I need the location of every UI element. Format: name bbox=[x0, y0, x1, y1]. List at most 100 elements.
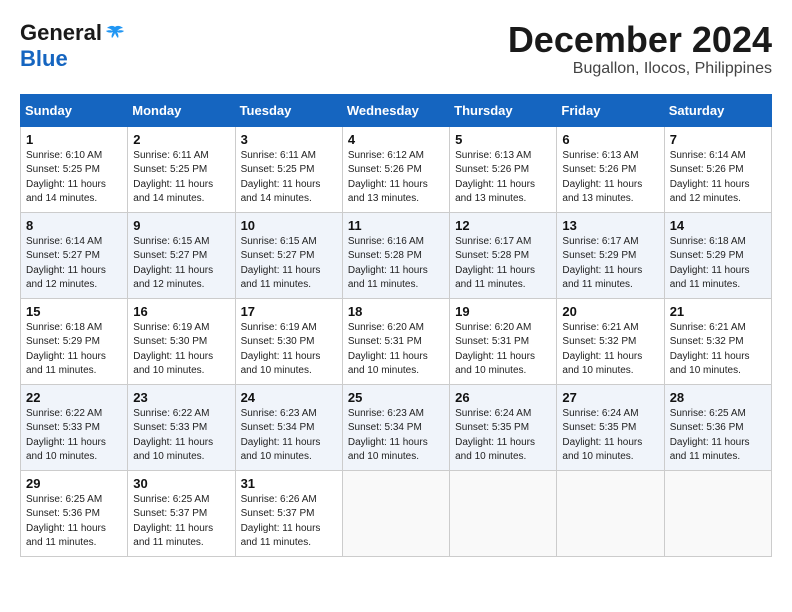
calendar-day-cell: 31 Sunrise: 6:26 AMSunset: 5:37 PMDayligh… bbox=[235, 470, 342, 556]
calendar-week-row: 22Sunrise: 6:22 AMSunset: 5:33 PMDayligh… bbox=[21, 384, 772, 470]
calendar-day-cell: 29 Sunrise: 6:25 AMSunset: 5:36 PMDayligh… bbox=[21, 470, 128, 556]
day-number: 21 bbox=[670, 304, 766, 319]
calendar-day-cell: 28 Sunrise: 6:25 AMSunset: 5:36 PMDayligh… bbox=[664, 384, 771, 470]
calendar-day-cell: 20 Sunrise: 6:21 AMSunset: 5:32 PMDayligh… bbox=[557, 298, 664, 384]
day-number: 28 bbox=[670, 390, 766, 405]
calendar-day-cell: 4 Sunrise: 6:12 AMSunset: 5:26 PMDaylight… bbox=[342, 126, 449, 212]
calendar-day-cell: 16Sunrise: 6:19 AMSunset: 5:30 PMDayligh… bbox=[128, 298, 235, 384]
day-number: 26 bbox=[455, 390, 551, 405]
calendar-day-header: Saturday bbox=[664, 94, 771, 126]
location-text: Bugallon, Ilocos, Philippines bbox=[508, 60, 772, 78]
day-number: 24 bbox=[241, 390, 337, 405]
day-info: Sunrise: 6:20 AMSunset: 5:31 PMDaylight:… bbox=[455, 321, 551, 379]
calendar-day-cell bbox=[450, 470, 557, 556]
day-info: Sunrise: 6:24 AMSunset: 5:35 PMDaylight:… bbox=[562, 407, 658, 465]
calendar-day-cell: 11 Sunrise: 6:16 AMSunset: 5:28 PMDayligh… bbox=[342, 212, 449, 298]
calendar-week-row: 15 Sunrise: 6:18 AMSunset: 5:29 PMDayligh… bbox=[21, 298, 772, 384]
day-number: 7 bbox=[670, 132, 766, 147]
day-number: 18 bbox=[348, 304, 444, 319]
day-number: 11 bbox=[348, 218, 444, 233]
calendar-day-header: Sunday bbox=[21, 94, 128, 126]
day-number: 9 bbox=[133, 218, 229, 233]
day-number: 15 bbox=[26, 304, 122, 319]
day-info: Sunrise: 6:26 AMSunset: 5:37 PMDaylight:… bbox=[241, 493, 337, 551]
day-number: 13 bbox=[562, 218, 658, 233]
day-number: 19 bbox=[455, 304, 551, 319]
day-info: Sunrise: 6:12 AMSunset: 5:26 PMDaylight:… bbox=[348, 149, 444, 207]
calendar-day-header: Tuesday bbox=[235, 94, 342, 126]
day-number: 2 bbox=[133, 132, 229, 147]
calendar-day-cell: 14 Sunrise: 6:18 AMSunset: 5:29 PMDayligh… bbox=[664, 212, 771, 298]
calendar-week-row: 8Sunrise: 6:14 AMSunset: 5:27 PMDaylight… bbox=[21, 212, 772, 298]
calendar-day-cell: 9 Sunrise: 6:15 AMSunset: 5:27 PMDaylight… bbox=[128, 212, 235, 298]
day-number: 30 bbox=[133, 476, 229, 491]
calendar-table: SundayMondayTuesdayWednesdayThursdayFrid… bbox=[20, 94, 772, 557]
month-title: December 2024 bbox=[508, 20, 772, 60]
day-number: 29 bbox=[26, 476, 122, 491]
calendar-day-cell: 7 Sunrise: 6:14 AMSunset: 5:26 PMDaylight… bbox=[664, 126, 771, 212]
day-info: Sunrise: 6:17 AMSunset: 5:29 PMDaylight:… bbox=[562, 235, 658, 293]
day-number: 4 bbox=[348, 132, 444, 147]
day-number: 17 bbox=[241, 304, 337, 319]
calendar-day-cell: 8Sunrise: 6:14 AMSunset: 5:27 PMDaylight… bbox=[21, 212, 128, 298]
day-info: Sunrise: 6:14 AMSunset: 5:27 PMDaylight:… bbox=[26, 235, 122, 293]
calendar-day-cell bbox=[342, 470, 449, 556]
day-number: 6 bbox=[562, 132, 658, 147]
calendar-day-header: Wednesday bbox=[342, 94, 449, 126]
day-info: Sunrise: 6:25 AMSunset: 5:36 PMDaylight:… bbox=[26, 493, 122, 551]
day-info: Sunrise: 6:10 AMSunset: 5:25 PMDaylight:… bbox=[26, 149, 122, 207]
calendar-day-header: Thursday bbox=[450, 94, 557, 126]
day-info: Sunrise: 6:24 AMSunset: 5:35 PMDaylight:… bbox=[455, 407, 551, 465]
calendar-day-cell: 27 Sunrise: 6:24 AMSunset: 5:35 PMDayligh… bbox=[557, 384, 664, 470]
day-info: Sunrise: 6:25 AMSunset: 5:37 PMDaylight:… bbox=[133, 493, 229, 551]
day-info: Sunrise: 6:17 AMSunset: 5:28 PMDaylight:… bbox=[455, 235, 551, 293]
day-info: Sunrise: 6:14 AMSunset: 5:26 PMDaylight:… bbox=[670, 149, 766, 207]
calendar-day-cell: 10 Sunrise: 6:15 AMSunset: 5:27 PMDayligh… bbox=[235, 212, 342, 298]
calendar-day-cell: 12 Sunrise: 6:17 AMSunset: 5:28 PMDayligh… bbox=[450, 212, 557, 298]
calendar-day-cell: 2 Sunrise: 6:11 AMSunset: 5:25 PMDaylight… bbox=[128, 126, 235, 212]
title-section: December 2024 Bugallon, Ilocos, Philippi… bbox=[508, 20, 772, 78]
day-info: Sunrise: 6:19 AMSunset: 5:30 PMDaylight:… bbox=[133, 321, 229, 379]
page-header: General Blue December 2024 Bugallon, Ilo… bbox=[20, 20, 772, 78]
day-number: 31 bbox=[241, 476, 337, 491]
day-info: Sunrise: 6:23 AMSunset: 5:34 PMDaylight:… bbox=[241, 407, 337, 465]
day-info: Sunrise: 6:11 AMSunset: 5:25 PMDaylight:… bbox=[241, 149, 337, 207]
day-info: Sunrise: 6:25 AMSunset: 5:36 PMDaylight:… bbox=[670, 407, 766, 465]
calendar-day-cell: 23Sunrise: 6:22 AMSunset: 5:33 PMDayligh… bbox=[128, 384, 235, 470]
calendar-day-cell: 15 Sunrise: 6:18 AMSunset: 5:29 PMDayligh… bbox=[21, 298, 128, 384]
day-info: Sunrise: 6:15 AMSunset: 5:27 PMDaylight:… bbox=[133, 235, 229, 293]
day-number: 14 bbox=[670, 218, 766, 233]
calendar-header-row: SundayMondayTuesdayWednesdayThursdayFrid… bbox=[21, 94, 772, 126]
calendar-day-cell bbox=[557, 470, 664, 556]
calendar-week-row: 29 Sunrise: 6:25 AMSunset: 5:36 PMDayligh… bbox=[21, 470, 772, 556]
day-number: 20 bbox=[562, 304, 658, 319]
day-info: Sunrise: 6:11 AMSunset: 5:25 PMDaylight:… bbox=[133, 149, 229, 207]
day-info: Sunrise: 6:21 AMSunset: 5:32 PMDaylight:… bbox=[562, 321, 658, 379]
day-info: Sunrise: 6:15 AMSunset: 5:27 PMDaylight:… bbox=[241, 235, 337, 293]
day-info: Sunrise: 6:21 AMSunset: 5:32 PMDaylight:… bbox=[670, 321, 766, 379]
logo-general-text: General bbox=[20, 20, 102, 46]
calendar-day-cell: 6 Sunrise: 6:13 AMSunset: 5:26 PMDaylight… bbox=[557, 126, 664, 212]
logo-bird-icon bbox=[105, 25, 125, 41]
day-number: 10 bbox=[241, 218, 337, 233]
day-info: Sunrise: 6:16 AMSunset: 5:28 PMDaylight:… bbox=[348, 235, 444, 293]
day-info: Sunrise: 6:20 AMSunset: 5:31 PMDaylight:… bbox=[348, 321, 444, 379]
day-number: 12 bbox=[455, 218, 551, 233]
day-info: Sunrise: 6:18 AMSunset: 5:29 PMDaylight:… bbox=[670, 235, 766, 293]
calendar-day-cell: 3Sunrise: 6:11 AMSunset: 5:25 PMDaylight… bbox=[235, 126, 342, 212]
day-info: Sunrise: 6:18 AMSunset: 5:29 PMDaylight:… bbox=[26, 321, 122, 379]
calendar-day-cell: 13 Sunrise: 6:17 AMSunset: 5:29 PMDayligh… bbox=[557, 212, 664, 298]
logo-blue-text: Blue bbox=[20, 46, 68, 72]
day-info: Sunrise: 6:13 AMSunset: 5:26 PMDaylight:… bbox=[562, 149, 658, 207]
logo: General Blue bbox=[20, 20, 125, 72]
calendar-day-cell: 30 Sunrise: 6:25 AMSunset: 5:37 PMDayligh… bbox=[128, 470, 235, 556]
calendar-day-cell: 19 Sunrise: 6:20 AMSunset: 5:31 PMDayligh… bbox=[450, 298, 557, 384]
day-number: 22 bbox=[26, 390, 122, 405]
calendar-day-cell: 1Sunrise: 6:10 AMSunset: 5:25 PMDaylight… bbox=[21, 126, 128, 212]
calendar-day-cell bbox=[664, 470, 771, 556]
calendar-day-cell: 26 Sunrise: 6:24 AMSunset: 5:35 PMDayligh… bbox=[450, 384, 557, 470]
calendar-week-row: 1Sunrise: 6:10 AMSunset: 5:25 PMDaylight… bbox=[21, 126, 772, 212]
calendar-day-header: Friday bbox=[557, 94, 664, 126]
day-number: 27 bbox=[562, 390, 658, 405]
calendar-day-cell: 5Sunrise: 6:13 AMSunset: 5:26 PMDaylight… bbox=[450, 126, 557, 212]
